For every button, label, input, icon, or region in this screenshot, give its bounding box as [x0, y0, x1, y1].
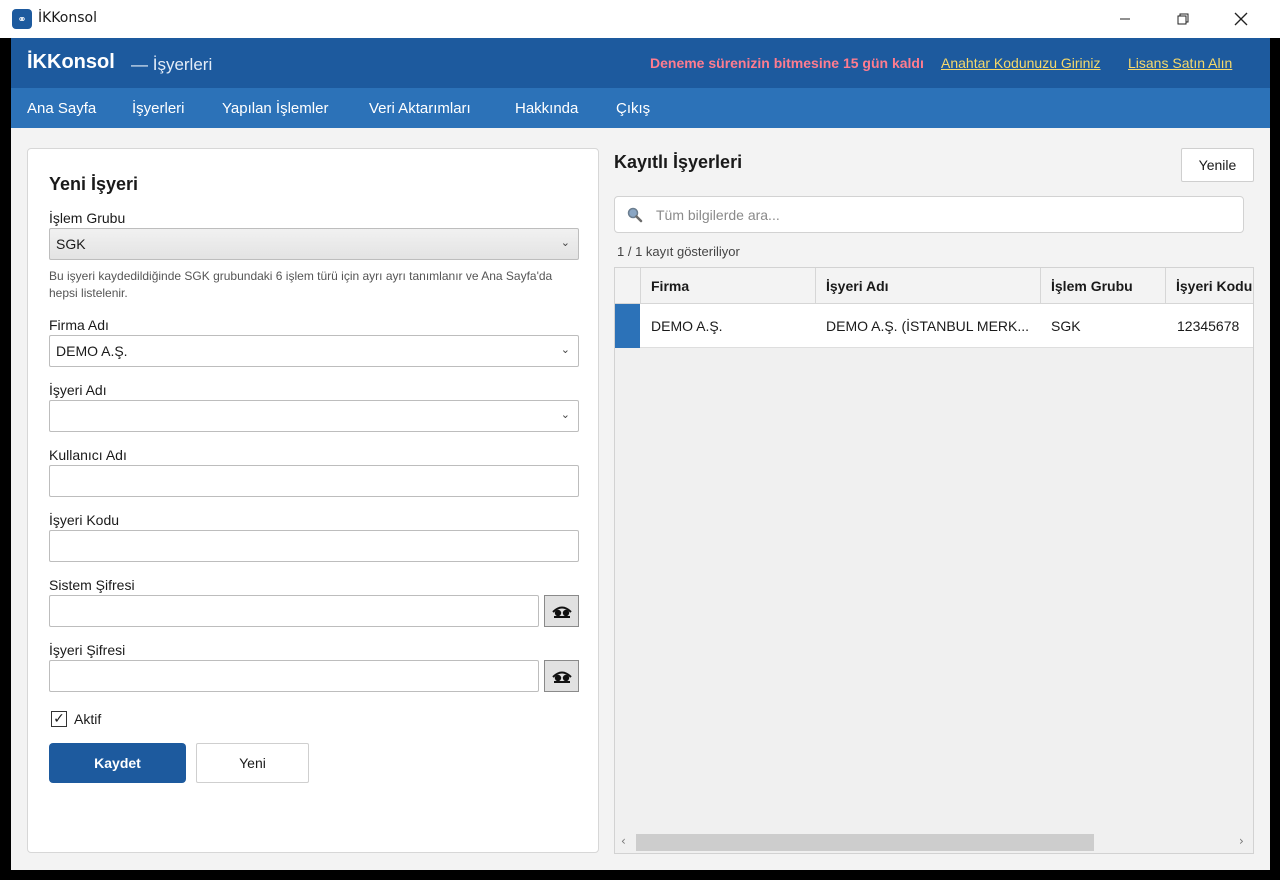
- firma-adi-combobox[interactable]: DEMO A.Ş. ⌄: [49, 335, 579, 367]
- horizontal-scrollbar[interactable]: ‹ ›: [615, 831, 1253, 853]
- table-header: Firma İşyeri Adı İşlem Grubu İşyeri Kodu: [615, 268, 1253, 304]
- close-icon: [1234, 12, 1248, 26]
- nav-item-cikis[interactable]: Çıkış: [616, 100, 650, 117]
- toggle-isyeri-sifresi-button[interactable]: [544, 660, 579, 692]
- enter-key-link[interactable]: Anahtar Kodunuzu Giriniz: [941, 55, 1101, 71]
- cell-isyeri-kodu: 12345678: [1177, 318, 1240, 334]
- islem-grubu-select[interactable]: SGK ⌄: [49, 228, 579, 260]
- cell-firma: DEMO A.Ş.: [651, 318, 723, 334]
- eye-icon: [551, 606, 572, 618]
- column-header-isyeri-kodu[interactable]: İşyeri Kodu: [1166, 268, 1253, 304]
- search-placeholder: Tüm bilgilerde ara...: [656, 207, 780, 223]
- sistem-sifresi-input[interactable]: [49, 595, 539, 627]
- scroll-left-icon[interactable]: ‹: [621, 834, 626, 848]
- eye-icon: [551, 671, 572, 683]
- close-button[interactable]: [1212, 0, 1270, 38]
- column-header-islem-grubu[interactable]: İşlem Grubu: [1041, 268, 1166, 304]
- column-header-isyeri-adi[interactable]: İşyeri Adı: [816, 268, 1041, 304]
- firma-adi-label: Firma Adı: [49, 317, 109, 333]
- chevron-down-icon: ⌄: [560, 409, 570, 421]
- window-title: İKKonsol: [38, 10, 97, 26]
- nav-item-ana-sayfa[interactable]: Ana Sayfa: [27, 100, 96, 117]
- save-button[interactable]: Kaydet: [49, 743, 186, 783]
- cell-islem-grubu: SGK: [1051, 318, 1081, 334]
- nav-item-veri-aktarimlari[interactable]: Veri Aktarımları: [369, 100, 471, 117]
- aktif-checkbox[interactable]: ✓: [51, 711, 67, 727]
- scrollbar-thumb[interactable]: [636, 834, 1094, 851]
- aktif-label: Aktif: [74, 711, 102, 727]
- toggle-sistem-sifresi-button[interactable]: [544, 595, 579, 627]
- trial-notice: Deneme sürenizin bitmesine 15 gün kaldı: [650, 55, 924, 71]
- kullanici-adi-input[interactable]: [49, 465, 579, 497]
- isyeri-kodu-label: İşyeri Kodu: [49, 512, 120, 528]
- isyeri-adi-combobox[interactable]: ⌄: [49, 400, 579, 432]
- record-count: 1 / 1 kayıt gösteriliyor: [617, 244, 740, 259]
- list-title: Kayıtlı İşyerleri: [614, 152, 743, 172]
- workplaces-table: Firma İşyeri Adı İşlem Grubu İşyeri Kodu…: [614, 267, 1254, 854]
- isyeri-adi-label: İşyeri Adı: [49, 382, 107, 398]
- new-workplace-form: Yeni İşyeri İşlem Grubu SGK ⌄ Bu işyeri …: [27, 148, 599, 853]
- isyeri-sifresi-input[interactable]: [49, 660, 539, 692]
- cell-isyeri-adi: DEMO A.Ş. (İSTANBUL MERK...: [826, 318, 1030, 334]
- row-selector[interactable]: [615, 304, 640, 348]
- minimize-button[interactable]: [1096, 0, 1154, 38]
- form-title: Yeni İşyeri: [49, 174, 139, 194]
- nav-item-yapilan-islemler[interactable]: Yapılan İşlemler: [222, 100, 328, 117]
- new-button[interactable]: Yeni: [196, 743, 309, 783]
- nav-item-isyerleri[interactable]: İşyerleri: [132, 100, 185, 117]
- table-row[interactable]: DEMO A.Ş. DEMO A.Ş. (İSTANBUL MERK... SG…: [615, 304, 1253, 348]
- islem-grubu-value: SGK: [56, 236, 86, 252]
- app-header: İKKonsol — İşyerleri Deneme sürenizin bi…: [11, 38, 1270, 88]
- scroll-right-icon[interactable]: ›: [1239, 834, 1244, 848]
- search-input[interactable]: Tüm bilgilerde ara...: [614, 196, 1244, 233]
- search-icon: [627, 207, 643, 223]
- kullanici-adi-label: Kullanıcı Adı: [49, 447, 127, 463]
- restore-button[interactable]: [1154, 0, 1212, 38]
- minimize-icon: [1120, 18, 1130, 20]
- restore-icon: [1177, 13, 1189, 25]
- page-subtitle: — İşyerleri: [131, 55, 213, 74]
- window-titlebar: ⚭ İKKonsol: [0, 0, 1280, 38]
- islem-grubu-label: İşlem Grubu: [49, 210, 126, 226]
- sistem-sifresi-label: Sistem Şifresi: [49, 577, 135, 593]
- chevron-down-icon: ⌄: [560, 344, 570, 356]
- brand-title: İKKonsol: [27, 51, 115, 73]
- form-help-text: Bu işyeri kaydedildiğinde SGK grubundaki…: [49, 269, 553, 300]
- buy-license-link[interactable]: Lisans Satın Alın: [1128, 55, 1232, 71]
- main-nav: Ana Sayfa İşyerleri Yapılan İşlemler Ver…: [11, 88, 1270, 128]
- row-header-corner: [615, 268, 641, 304]
- isyeri-sifresi-label: İşyeri Şifresi: [49, 642, 126, 658]
- column-header-firma[interactable]: Firma: [641, 268, 816, 304]
- refresh-button[interactable]: Yenile: [1181, 148, 1254, 182]
- isyeri-kodu-input[interactable]: [49, 530, 579, 562]
- checkmark-icon: ✓: [53, 711, 65, 727]
- app-logo-icon: ⚭: [12, 9, 32, 29]
- app-window: İKKonsol — İşyerleri Deneme sürenizin bi…: [11, 38, 1270, 870]
- nav-item-hakkinda[interactable]: Hakkında: [515, 100, 578, 117]
- chevron-down-icon: ⌄: [560, 237, 570, 249]
- firma-adi-value: DEMO A.Ş.: [56, 343, 128, 359]
